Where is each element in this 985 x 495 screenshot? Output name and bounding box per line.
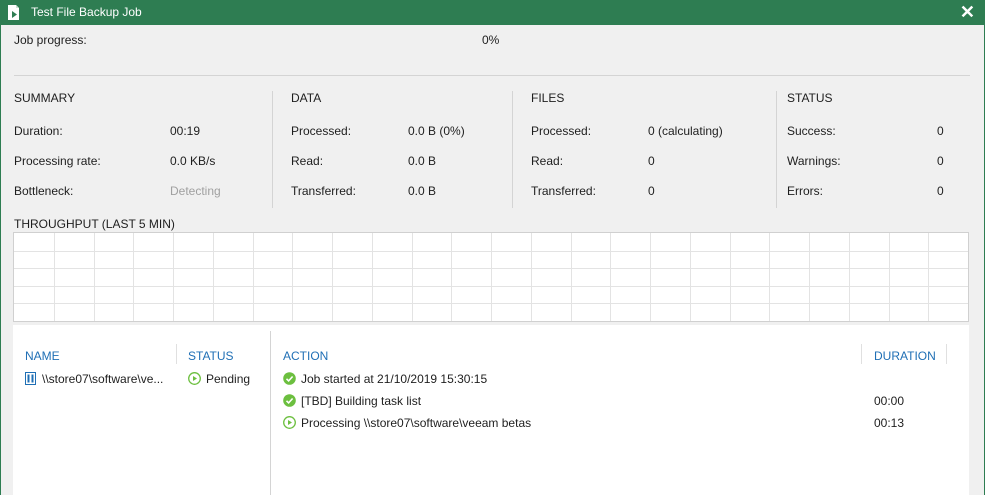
status-success-value: 0 — [937, 124, 944, 138]
data-read-label: Read: — [291, 154, 324, 168]
summary-duration-value: 00:19 — [170, 124, 201, 138]
data-transferred-value: 0.0 B — [408, 184, 437, 198]
action-text: [TBD] Building task list — [301, 394, 422, 408]
data-transferred-label: Transferred: — [291, 184, 356, 198]
files-heading: FILES — [531, 91, 565, 105]
object-name: \\store07\software\ve... — [42, 372, 164, 386]
object-status: Pending — [206, 372, 251, 386]
progress-divider — [14, 75, 970, 76]
close-icon[interactable]: ✕ — [960, 2, 975, 22]
summary-rate-label: Processing rate: — [14, 154, 101, 168]
files-transferred-label: Transferred: — [531, 184, 596, 198]
action-duration: 00:13 — [874, 416, 905, 430]
status-errors-value: 0 — [937, 184, 944, 198]
status-warnings-value: 0 — [937, 154, 944, 168]
job-progress-label: Job progress: — [14, 33, 87, 47]
data-processed-value: 0.0 B (0%) — [408, 124, 465, 138]
files-read-label: Read: — [531, 154, 564, 168]
summary-rate-value: 0.0 KB/s — [170, 154, 216, 168]
job-details-panel: NAME STATUS \\store07\software\ve... Pen… — [13, 325, 969, 495]
files-processed-label: Processed: — [531, 124, 592, 138]
status-success-label: Success: — [787, 124, 836, 138]
title-bar: Test File Backup Job ✕ — [0, 0, 985, 25]
action-text: Processing \\store07\software\veeam beta… — [301, 416, 532, 430]
duration-column-header[interactable]: DURATION — [874, 349, 936, 363]
files-read-value: 0 — [648, 154, 655, 168]
files-transferred-value: 0 — [648, 184, 655, 198]
action-column-header[interactable]: ACTION — [283, 349, 328, 363]
action-duration: 00:00 — [874, 394, 905, 408]
panel-divider[interactable] — [270, 331, 271, 495]
data-heading: DATA — [291, 91, 322, 105]
window-title: Test File Backup Job — [31, 5, 142, 19]
summary-bottleneck-label: Bottleneck: — [14, 184, 74, 198]
action-text: Job started at 21/10/2019 15:30:15 — [301, 372, 488, 386]
status-errors-label: Errors: — [787, 184, 823, 198]
throughput-heading: THROUGHPUT (LAST 5 MIN) — [14, 217, 175, 231]
success-icon — [283, 372, 296, 385]
job-progress-value: 0% — [482, 33, 500, 47]
data-divider — [512, 91, 513, 208]
files-processed-value: 0 (calculating) — [648, 124, 723, 138]
running-icon — [283, 416, 296, 429]
files-divider — [776, 91, 777, 208]
status-warnings-label: Warnings: — [787, 154, 841, 168]
name-column-header[interactable]: NAME — [25, 349, 60, 363]
backup-job-icon — [8, 5, 19, 20]
data-read-value: 0.0 B — [408, 154, 437, 168]
file-share-icon — [25, 372, 36, 385]
summary-bottleneck-value: Detecting — [170, 184, 221, 198]
header-divider — [176, 344, 177, 364]
throughput-chart — [13, 232, 969, 322]
summary-duration-label: Duration: — [14, 124, 63, 138]
success-icon — [283, 394, 296, 407]
header-divider — [946, 344, 947, 364]
summary-divider — [272, 91, 273, 208]
summary-heading: SUMMARY — [14, 91, 76, 105]
status-heading: STATUS — [787, 91, 833, 105]
header-divider — [861, 344, 862, 364]
pending-icon — [188, 372, 201, 385]
throughput-grid — [14, 233, 968, 321]
data-processed-label: Processed: — [291, 124, 352, 138]
status-column-header[interactable]: STATUS — [188, 349, 234, 363]
